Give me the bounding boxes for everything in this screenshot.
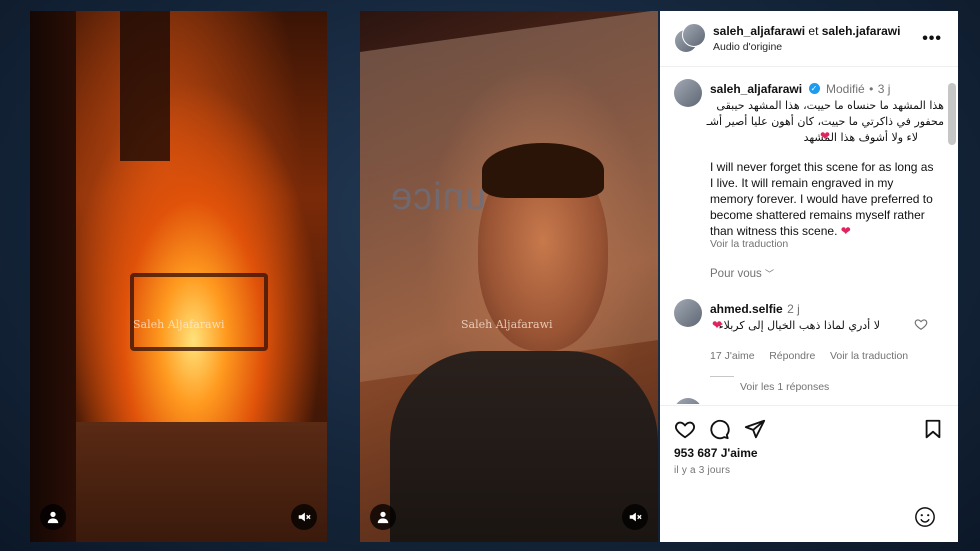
rubble-ground [76,422,327,542]
comment-time[interactable]: 2 j [787,302,800,316]
hanging-debris [120,11,170,161]
avatar[interactable] [682,23,706,47]
video-panel-selfie[interactable]: unice Saleh Aljafarawi [360,11,658,542]
burning-frame [130,273,268,351]
profile-button[interactable] [40,504,66,530]
for-you-dropdown[interactable]: Pour vous ﹀ [710,267,774,280]
bookmark-icon[interactable] [922,418,944,440]
scrollbar-thumb[interactable] [948,83,956,145]
video-panel-fire[interactable]: Saleh Aljafarawi [30,11,327,542]
avatar[interactable] [674,299,702,327]
verified-badge-icon: ✓ [808,83,820,95]
caption-translate-link[interactable]: Voir la traduction [710,238,788,250]
comment-icon[interactable] [708,418,730,440]
truck-lettering: unice [390,176,486,218]
video-watermark: Saleh Aljafarawi [461,318,553,331]
avatar[interactable] [674,79,702,107]
comment-actions: 17 J'aime Répondre Voir la traduction [710,350,908,362]
like-comment-button[interactable] [914,317,930,333]
caption-arabic-line: هذا المشهد ما حنساه ما حييت، هذا المشهد … [716,99,944,112]
user-icon [47,511,59,524]
comment-header: ahmed.selfie 2 j [710,300,800,318]
caption-english-text: I will never forget this scene for as lo… [710,160,934,238]
post-header: saleh_aljafarawi et saleh.jafarawi Audio… [660,11,958,67]
share-icon[interactable] [744,418,766,440]
comment-username[interactable]: ahmed.selfie [710,302,783,316]
replies-divider [710,376,734,377]
comment-text: لا أدري لماذا ذهب الخيال إلى كربلاء [718,319,881,332]
profile-button[interactable] [370,504,396,530]
instagram-post-panel: saleh_aljafarawi et saleh.jafarawi Audio… [660,11,958,542]
user-icon [377,511,389,524]
post-date[interactable]: il y a 3 jours [674,465,730,476]
reply-link[interactable]: Répondre [769,350,815,362]
comment-translate-link[interactable]: Voir la traduction [830,350,908,362]
accounts-connector: et [805,24,822,38]
chevron-down-icon: ﹀ [764,269,774,279]
mute-button[interactable] [291,504,317,530]
comment-likes[interactable]: 17 J'aime [710,350,755,362]
view-replies-link[interactable]: Voir les 1 réponses [740,381,829,393]
edited-label: Modifié [825,82,865,96]
heart-icon[interactable] [674,418,696,440]
separator: • [869,82,874,96]
person-hair [482,143,604,198]
caption-time[interactable]: 3 j [878,82,891,96]
red-heart-icon: ❤ [820,129,831,143]
likes-count[interactable]: 953 687 J'aime [674,446,758,460]
caption-english: I will never forget this scene for as lo… [710,159,938,239]
account-link[interactable]: saleh.jafarawi [822,24,901,38]
more-options-icon[interactable]: ••• [922,30,942,48]
emoji-icon[interactable] [914,506,936,528]
heart-outline-icon [914,319,928,330]
caption-header: saleh_aljafarawi ✓ Modifié • 3 j [710,80,890,98]
post-actions: 953 687 J'aime il y a 3 jours [660,405,958,543]
caption-username[interactable]: saleh_aljafarawi [710,82,802,96]
account-link[interactable]: saleh_aljafarawi [713,24,805,38]
audio-link[interactable]: Audio d'origine [713,41,782,53]
dark-pillar [30,11,76,542]
video-watermark: Saleh Aljafarawi [133,318,225,331]
post-accounts: saleh_aljafarawi et saleh.jafarawi [713,24,900,38]
comments-scroll-area[interactable]: saleh_aljafarawi ✓ Modifié • 3 j هذا الم… [660,67,958,404]
red-heart-icon: ❤ [840,224,851,238]
caption-arabic-line: محفور في ذاكرتي ما حييت، كان أهون عليا أ… [706,115,944,128]
speaker-muted-icon [629,512,642,522]
speaker-muted-icon [298,512,311,522]
person-shirt [390,351,658,542]
red-heart-icon: ❤ [712,318,723,332]
mute-button[interactable] [622,504,648,530]
avatar[interactable] [674,398,702,404]
for-you-label: Pour vous [710,268,762,280]
